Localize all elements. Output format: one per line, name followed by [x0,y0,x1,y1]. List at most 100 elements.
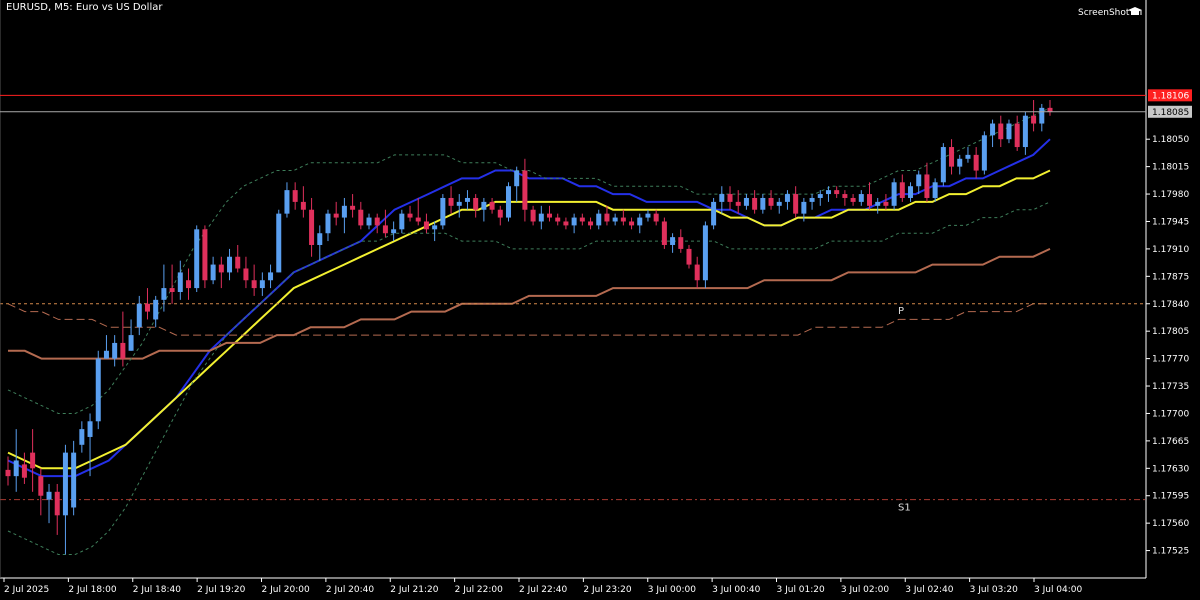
candle-body [940,147,946,183]
price-tick-label: 1.17910 [1152,245,1189,255]
candle-body [300,201,306,210]
candle-body [686,248,692,265]
candle-body [743,197,749,206]
candle-body [46,491,52,500]
price-tick-label: 1.17595 [1152,492,1189,502]
candle-body [341,205,347,218]
candle-body [128,335,134,351]
candle-body [875,201,881,206]
candle-body [916,174,922,187]
candle-body [243,268,249,281]
candle [891,178,897,210]
screenshot-label[interactable]: ScreenShot [1078,8,1129,18]
candle-body [538,213,544,222]
candle-body [817,194,823,198]
price-tick-label: 1.17630 [1152,464,1189,474]
candle-body [194,229,200,289]
price-tick-label: 1.18050 [1152,135,1189,145]
price-tick-label: 1.17805 [1152,327,1189,337]
candle [981,131,987,175]
candle-body [186,280,192,289]
candle-body [415,217,421,222]
price-tick-label: 1.17945 [1152,217,1189,227]
candle-body [284,190,290,214]
candle-body [801,201,807,214]
candle-body [54,491,60,516]
level-label-s1: S1 [898,503,911,514]
candle-body [1006,123,1012,140]
candle-body [276,213,282,273]
candle-body [366,217,372,226]
time-tick-label: 2 Jul 20:00 [262,585,311,595]
candle-body [292,190,298,202]
candle-body [5,469,11,477]
candle-body [87,421,93,437]
time-tick-label: 2 Jul 23:20 [583,585,632,595]
candle-body [981,135,987,171]
candle [95,350,101,430]
candle-body [1014,123,1020,148]
time-tick-label: 2 Jul 18:00 [68,585,117,595]
candle-body [530,209,536,222]
candle-body [579,217,585,222]
candle-body [514,170,520,187]
candle-body [998,123,1004,140]
candle-body [629,221,635,226]
candle [661,217,667,249]
candle-body [571,217,577,226]
candle-body [161,288,167,300]
candle-body [555,217,561,222]
price-tick-label: 1.17980 [1152,190,1189,200]
candle-body [489,201,495,210]
price-tick-label: 1.17875 [1152,272,1189,282]
time-tick-label: 3 Jul 04:00 [1034,585,1083,595]
time-tick-label: 2 Jul 2025 [4,585,49,595]
time-tick-label: 2 Jul 22:40 [519,585,568,595]
candle-body [169,288,175,292]
candle-body [1039,107,1045,124]
candle-body [227,256,233,273]
candle-body [71,452,77,508]
candle-body [735,201,741,206]
time-tick-label: 2 Jul 22:00 [455,585,504,595]
candle-body [957,158,963,167]
candle [276,209,282,273]
candle-body [374,217,380,226]
candle-body [645,213,651,218]
graduation-cap-icon[interactable] [1128,6,1142,18]
candle-body [711,201,717,226]
candle-body [784,194,790,202]
candle-body [547,213,553,218]
candle-body [932,182,938,198]
candle-body [62,452,68,516]
chart-title: EURUSD, M5: Euro vs US Dollar [6,2,163,13]
price-tick-label: 1.17560 [1152,519,1189,529]
time-tick-label: 3 Jul 02:40 [905,585,954,595]
candle-body [990,123,996,136]
candle [440,194,446,230]
candle-body [407,213,413,218]
ask-price-label: 1.18106 [1152,91,1189,101]
candle-body [694,264,700,281]
candle-body [423,221,429,230]
candle-body [432,225,438,230]
candle-body [177,272,183,292]
candle-body [563,221,569,226]
time-tick-label: 2 Jul 19:20 [197,585,246,595]
candle-body [1031,115,1037,124]
candle-body [120,342,126,359]
price-chart[interactable]: P S1 1.18050 1.18015 1.17980 1.17945 1.17910 1… [0,0,1200,600]
candle [505,182,511,222]
candle-body [653,213,659,222]
level-label-p: P [898,306,904,317]
candle-body [317,233,323,245]
candle-body [112,342,118,359]
candle-body [309,209,315,245]
candle-body [473,197,479,210]
candle-body [858,194,864,202]
candle-body [834,190,840,195]
price-tick-label: 1.17525 [1152,547,1189,557]
candle-body [793,194,799,214]
candle-body [30,452,36,469]
candle-body [391,229,397,234]
